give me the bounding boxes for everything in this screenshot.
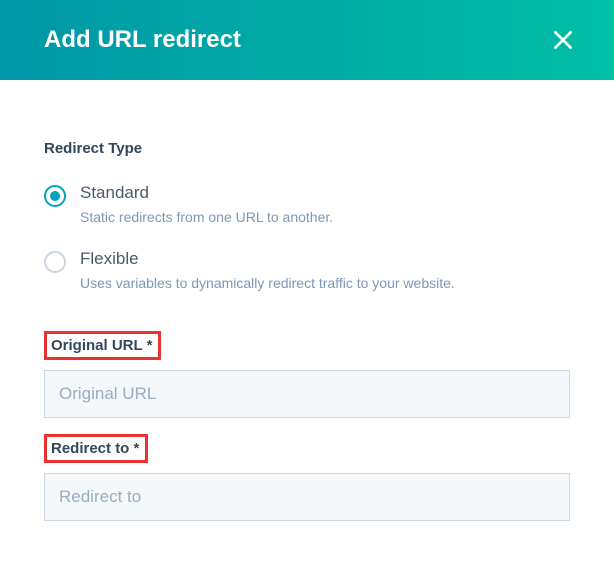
radio-title-flexible: Flexible xyxy=(80,249,570,269)
original-url-input[interactable] xyxy=(44,370,570,418)
radio-text-standard: Standard Static redirects from one URL t… xyxy=(80,183,570,225)
close-icon[interactable] xyxy=(550,27,576,53)
modal-header: Add URL redirect xyxy=(0,0,614,80)
radio-option-standard[interactable]: Standard Static redirects from one URL t… xyxy=(44,183,570,225)
radio-desc-flexible: Uses variables to dynamically redirect t… xyxy=(80,275,570,291)
modal-content: Redirect Type Standard Static redirects … xyxy=(0,80,614,521)
redirect-type-label: Redirect Type xyxy=(44,140,570,157)
radio-dot-icon xyxy=(50,191,60,201)
radio-button-standard[interactable] xyxy=(44,185,66,207)
original-url-label: Original URL * xyxy=(44,331,161,360)
redirect-to-input[interactable] xyxy=(44,473,570,521)
radio-title-standard: Standard xyxy=(80,183,570,203)
radio-desc-standard: Static redirects from one URL to another… xyxy=(80,209,570,225)
radio-option-flexible[interactable]: Flexible Uses variables to dynamically r… xyxy=(44,249,570,291)
modal-title: Add URL redirect xyxy=(44,26,241,54)
radio-button-flexible[interactable] xyxy=(44,251,66,273)
radio-text-flexible: Flexible Uses variables to dynamically r… xyxy=(80,249,570,291)
redirect-to-label: Redirect to * xyxy=(44,434,148,463)
